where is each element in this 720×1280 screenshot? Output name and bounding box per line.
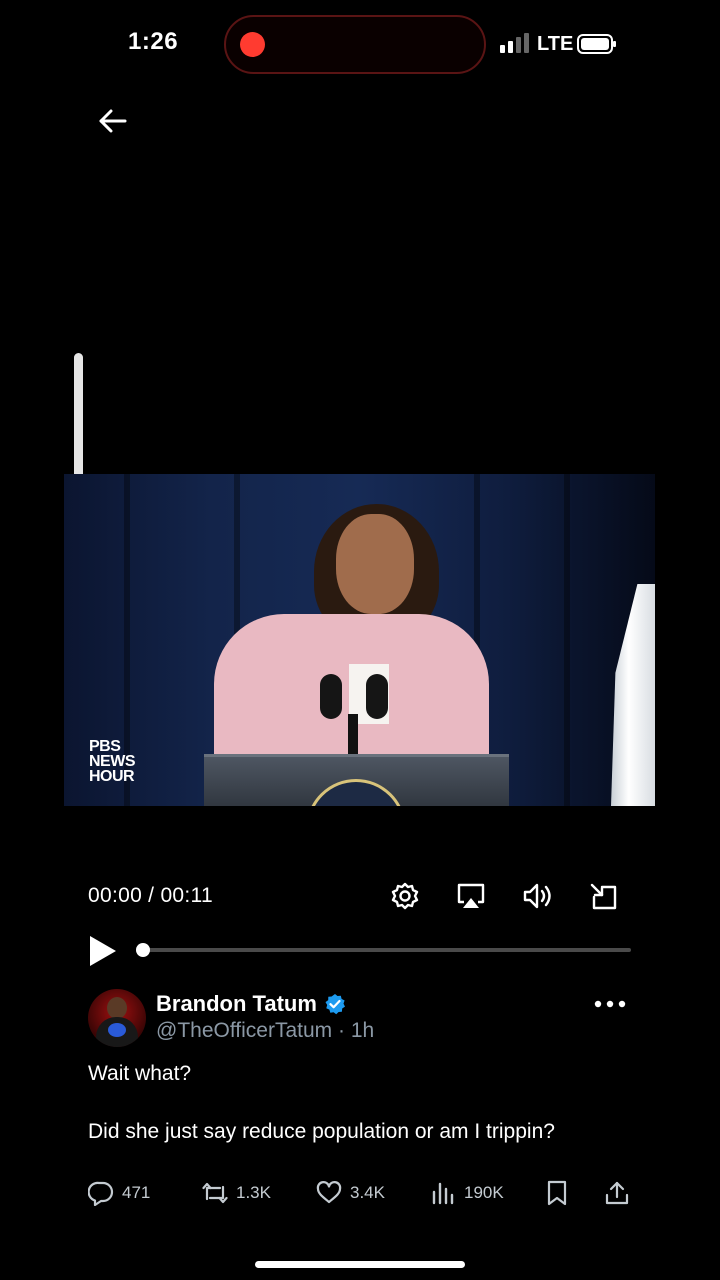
- share-button[interactable]: [604, 1178, 630, 1208]
- logo-line: NEWS: [89, 753, 136, 770]
- heart-icon: [316, 1181, 342, 1204]
- avatar-head: [107, 997, 127, 1019]
- views-count: 190K: [464, 1183, 504, 1202]
- retweet-button[interactable]: 1.3K: [202, 1178, 271, 1208]
- volume-icon[interactable]: [521, 880, 553, 912]
- play-button[interactable]: [88, 934, 118, 968]
- flag: [611, 584, 655, 806]
- avatar[interactable]: [88, 989, 146, 1047]
- author-name[interactable]: Brandon Tatum: [156, 991, 317, 1017]
- airplay-icon[interactable]: [455, 880, 487, 912]
- tweet-text: Did she just say reduce population or am…: [88, 1120, 555, 1143]
- back-button[interactable]: [96, 106, 130, 136]
- reply-icon: [88, 1181, 114, 1206]
- settings-icon[interactable]: [389, 880, 421, 912]
- author-handle-and-age[interactable]: @TheOfficerTatum · 1h: [156, 1019, 374, 1043]
- views-chart-icon: [432, 1182, 454, 1205]
- logo-line: HOUR: [89, 768, 135, 785]
- logo-line: PBS: [89, 738, 121, 755]
- video-time: 00:00 / 00:11: [88, 884, 213, 907]
- progress-bar[interactable]: [140, 948, 631, 952]
- home-indicator[interactable]: [255, 1261, 465, 1268]
- progress-scrubber[interactable]: [136, 943, 150, 957]
- recording-indicator-icon: [240, 32, 265, 57]
- tweet-text: Wait what?: [88, 1062, 192, 1085]
- microphone: [366, 674, 388, 719]
- status-time: 1:26: [128, 28, 179, 55]
- verified-badge-icon: [325, 994, 345, 1015]
- arrow-left-icon: [99, 109, 127, 133]
- cellular-signal-icon: [500, 33, 529, 53]
- play-icon: [90, 936, 116, 966]
- network-type: LTE: [537, 33, 574, 55]
- like-button[interactable]: 3.4K: [316, 1178, 385, 1208]
- curtain-fold: [564, 474, 570, 806]
- battery-icon: [577, 34, 616, 54]
- more-options-icon[interactable]: [594, 996, 626, 1012]
- microphone-stand: [348, 714, 358, 754]
- views-button[interactable]: 190K: [430, 1178, 504, 1208]
- speaker-face: [336, 514, 414, 614]
- bookmark-icon: [547, 1180, 567, 1206]
- retweet-icon: [202, 1182, 228, 1204]
- pbs-newshour-logo: PBS NEWS HOUR: [89, 738, 136, 785]
- share-icon: [605, 1181, 629, 1205]
- retweet-count: 1.3K: [236, 1183, 271, 1202]
- avatar-badge: [108, 1023, 126, 1037]
- video-player[interactable]: PBS NEWS HOUR: [64, 474, 655, 806]
- reply-count: 471: [122, 1183, 151, 1202]
- reply-button[interactable]: 471: [88, 1178, 150, 1208]
- bookmark-button[interactable]: [544, 1178, 570, 1208]
- exit-fullscreen-icon[interactable]: [588, 880, 620, 912]
- microphone: [320, 674, 342, 719]
- like-count: 3.4K: [350, 1183, 385, 1202]
